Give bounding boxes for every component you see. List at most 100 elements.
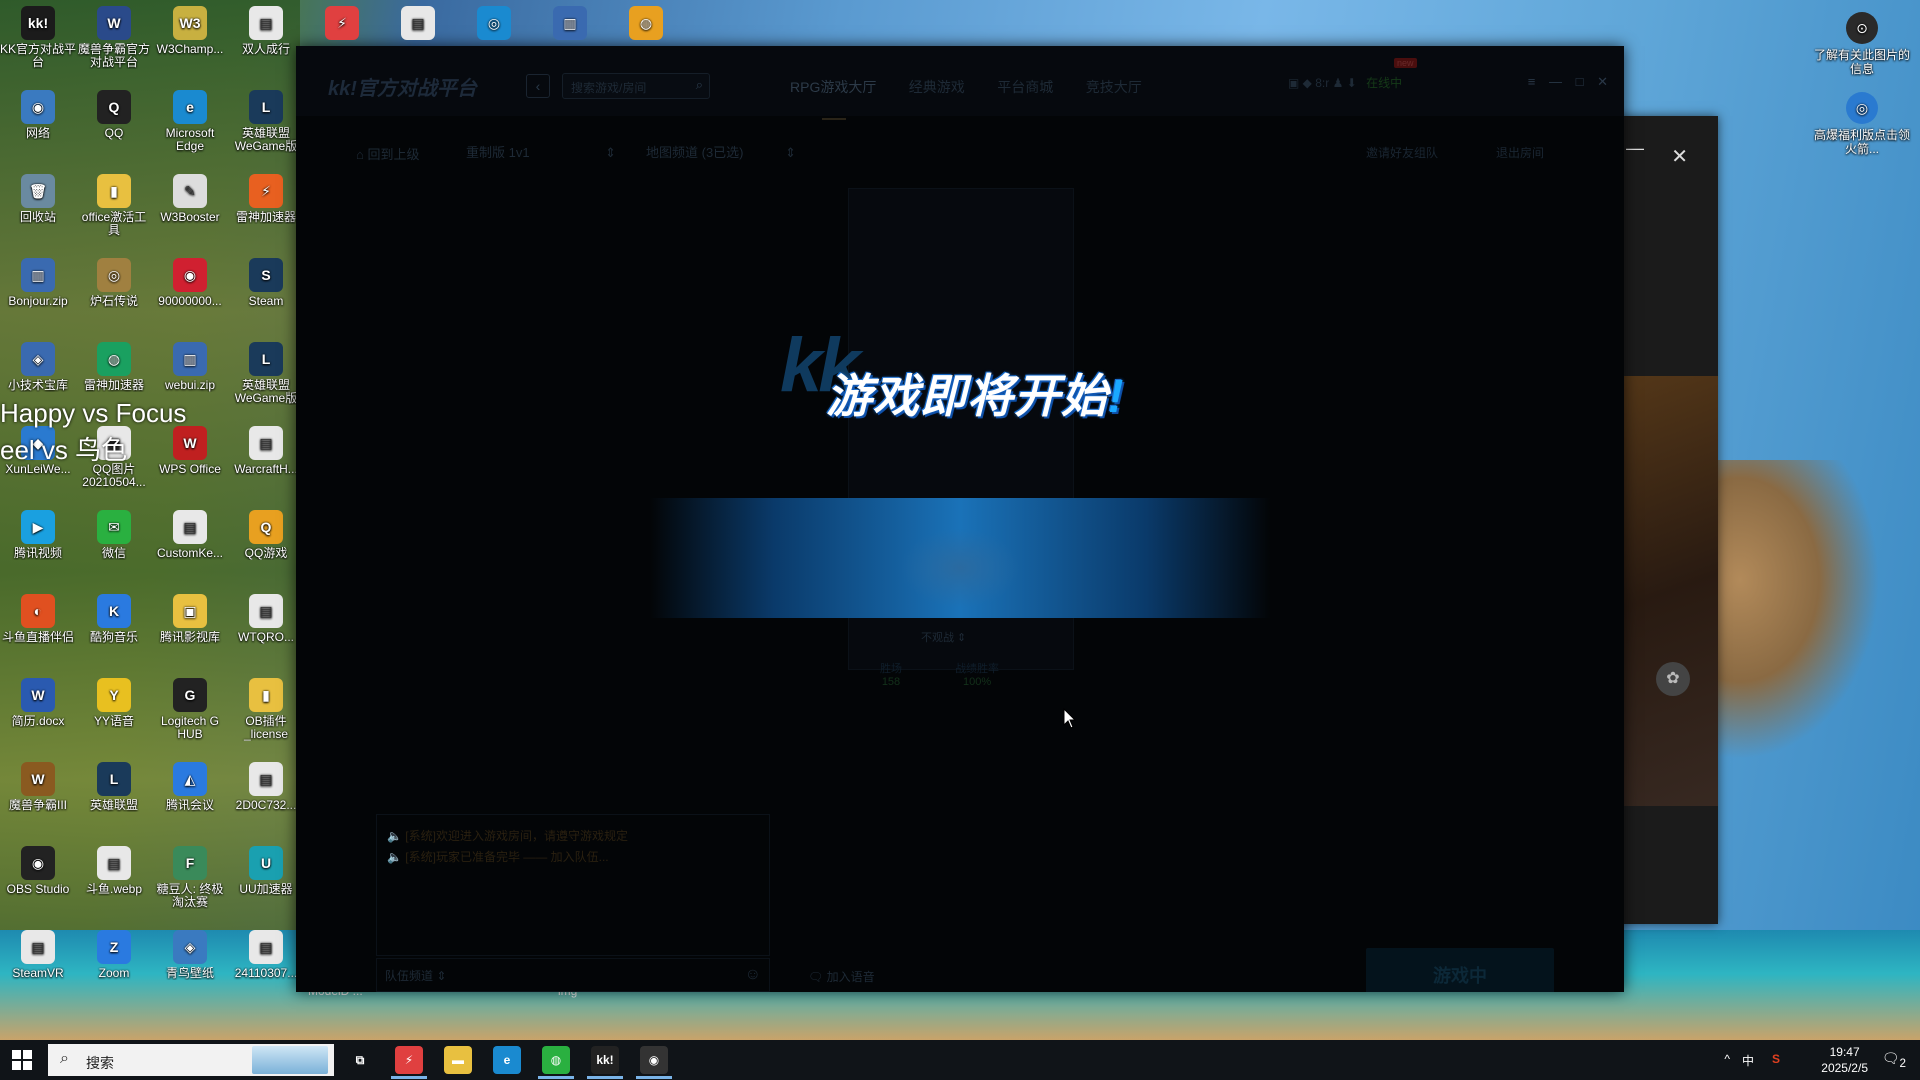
desktop-shortcut[interactable]: ▤ WTQRO... (228, 588, 304, 668)
tray-chevron-icon[interactable]: ^ (1724, 1052, 1730, 1066)
shortcut-label: W3Champ... (156, 43, 224, 56)
desktop-shortcut[interactable]: ▶ 腾讯视频 (0, 504, 76, 584)
desktop-shortcut[interactable]: Q QQ游戏 (228, 504, 304, 584)
taskbar-app-game[interactable]: ⚡ (395, 1046, 423, 1074)
emoji-icon[interactable]: ☺ (745, 966, 761, 984)
taskbar-app-kk[interactable]: kk! (591, 1046, 619, 1074)
taskbar-app-edge[interactable]: e (493, 1046, 521, 1074)
join-voice-button[interactable]: 🗨 加入语音 (808, 968, 875, 985)
user-area[interactable]: ▣ ◆ 8:r ♟ ⬇ 在线中 (1288, 74, 1402, 91)
desktop-shortcut[interactable]: W WPS Office (152, 420, 228, 500)
desktop-shortcut[interactable]: ◎ 炉石传说 (76, 252, 152, 332)
desktop-shortcut[interactable]: Y YY语音 (76, 672, 152, 752)
shortcut-label: WPS Office (159, 463, 221, 476)
notification-center-icon[interactable]: 🗨2 (1882, 1050, 1906, 1070)
top-shortcut[interactable]: ⚡ (304, 0, 380, 44)
shortcut-label: 回收站 (19, 211, 56, 224)
menu-icon[interactable]: ≡ (1528, 74, 1536, 89)
taskbar-search-placeholder: 搜索 (86, 1055, 114, 1071)
spectate-dropdown[interactable]: 不观战 ⇕ (921, 629, 966, 645)
minimize-icon[interactable]: — (1626, 138, 1644, 159)
back-button[interactable]: ‹ (526, 74, 550, 98)
ime-indicator[interactable]: 中 (1742, 1052, 1754, 1069)
chat-channel-select[interactable]: 队伍频道 ⇕ (385, 967, 446, 984)
shortcut-label: 小技术宝库 (7, 379, 68, 392)
close-icon[interactable]: ✕ (1671, 144, 1688, 169)
search-icon[interactable]: ⌕ (696, 77, 703, 93)
desktop-shortcut[interactable]: ▤ SteamVR (0, 924, 76, 1004)
desktop-shortcut[interactable]: G Logitech G HUB (152, 672, 228, 752)
desktop-shortcut[interactable]: ▤ WarcraftH... (228, 420, 304, 500)
nav-platform-store[interactable]: 平台商城 (997, 79, 1053, 95)
kk-topbar: kk!官方对战平台 ‹ 搜索游戏/房间 ⌕ RPG游戏大厅 经典游戏 平台商城 … (296, 46, 1624, 120)
desktop-shortcut[interactable]: U UU加速器 (228, 840, 304, 920)
top-shortcut[interactable]: ▤ (380, 0, 456, 44)
desktop-shortcut[interactable]: e Microsoft Edge (152, 84, 228, 164)
desktop-shortcut[interactable]: ▮ office激活工具 (76, 168, 152, 248)
leave-room-button[interactable]: 退出房间 (1496, 144, 1544, 161)
shortcut-icon: ▤ (173, 510, 207, 544)
wallpaper-info-icon[interactable]: ⊙ 了解有关此图片的信息 (1812, 12, 1912, 76)
nav-competitive-lobby[interactable]: 竞技大厅 (1086, 79, 1142, 95)
invite-friends-button[interactable]: 邀请好友组队 (1366, 144, 1438, 161)
settings-gear-icon[interactable]: ✿ (1656, 662, 1690, 696)
taskbar-app-xbox[interactable]: ◍ (542, 1046, 570, 1074)
desktop-shortcut[interactable]: S Steam (228, 252, 304, 332)
minimize-icon[interactable]: — (1549, 74, 1562, 89)
chat-input[interactable]: 队伍频道 ⇕ ☺ (376, 958, 770, 992)
desktop-shortcut[interactable]: ▮ OB插件_license (228, 672, 304, 752)
desktop-shortcut[interactable]: ⚡ 雷神加速器 (228, 168, 304, 248)
windows-start-icon[interactable] (12, 1050, 32, 1070)
desktop-shortcut[interactable]: ▤ 斗鱼.webp (76, 840, 152, 920)
top-shortcut[interactable]: ▥ (532, 0, 608, 44)
desktop-shortcut[interactable]: ◭ 腾讯会议 (152, 756, 228, 836)
desktop-shortcut[interactable]: K 酷狗音乐 (76, 588, 152, 668)
taskbar-search-input[interactable]: ⌕ 搜索 (48, 1044, 334, 1076)
desktop-shortcut[interactable]: W 魔兽争霸III (0, 756, 76, 836)
desktop-shortcut[interactable]: L 英雄联盟WeGame版 (228, 336, 304, 416)
taskbar-app-file-explorer[interactable]: ▬ (444, 1046, 472, 1074)
chat-message: 🔈 [系统]欢迎进入游戏房间，请遵守游戏规定 (387, 829, 628, 843)
taskbar-clock[interactable]: 19:47 2025/2/5 (1821, 1044, 1868, 1076)
desktop-shortcut[interactable]: Q QQ (76, 84, 152, 164)
top-shortcut[interactable]: ◍ (608, 0, 684, 44)
desktop-shortcut[interactable]: ✎ W3Booster (152, 168, 228, 248)
desktop-shortcut[interactable]: ◐ 斗鱼直播伴侣 (0, 588, 76, 668)
desktop-shortcut[interactable]: ✉ 微信 (76, 504, 152, 584)
tray-app-icon[interactable]: S (1772, 1052, 1780, 1066)
in-game-button[interactable]: 游戏中 (1366, 948, 1554, 992)
desktop-shortcut[interactable]: W3 W3Champ... (152, 0, 228, 80)
desktop-shortcut[interactable]: ▤ CustomKe... (152, 504, 228, 584)
desktop-shortcut[interactable]: L 英雄联盟WeGame版 (228, 84, 304, 164)
desktop-shortcut[interactable]: ◈ 青鸟壁纸 (152, 924, 228, 1004)
desktop-shortcut[interactable]: Z Zoom (76, 924, 152, 1004)
kk-search-input[interactable]: 搜索游戏/房间 ⌕ (562, 73, 710, 99)
map-channel-select[interactable]: 地图频道 (3已选) ⇕ (646, 140, 796, 166)
taskbar-app-obs[interactable]: ◉ (640, 1046, 668, 1074)
top-shortcut[interactable]: ◎ (456, 0, 532, 44)
taskbar-app-task-view[interactable]: ⧉ (346, 1046, 374, 1074)
breadcrumb[interactable]: ⌂ 回到上级 (356, 144, 419, 163)
shortcut-label: OBS Studio (6, 883, 70, 896)
desktop-shortcut[interactable]: ▥ Bonjour.zip (0, 252, 76, 332)
desktop-shortcut[interactable]: ◉ OBS Studio (0, 840, 76, 920)
desktop-shortcut[interactable]: ◉ 网络 (0, 84, 76, 164)
desktop-shortcut[interactable]: kk! KK官方对战平台 (0, 0, 76, 80)
nav-rpg-lobby[interactable]: RPG游戏大厅 (790, 79, 876, 95)
promo-shortcut[interactable]: ◎ 高爆福利版点击领火箭... (1812, 92, 1912, 156)
desktop-shortcut[interactable]: ▤ 2D0C732... (228, 756, 304, 836)
mode-select[interactable]: 重制版 1v1 ⇕ (466, 140, 616, 166)
maximize-icon[interactable]: □ (1576, 74, 1584, 89)
desktop-shortcut[interactable]: W 简历.docx (0, 672, 76, 752)
desktop-shortcut[interactable]: ▤ 双人成行 (228, 0, 304, 80)
desktop-shortcut[interactable]: F 糖豆人: 终极淘汰赛 (152, 840, 228, 920)
desktop-shortcut[interactable]: 🗑 回收站 (0, 168, 76, 248)
nav-classic-games[interactable]: 经典游戏 (909, 79, 965, 95)
desktop-shortcut[interactable]: ▤ 24110307... (228, 924, 304, 1004)
desktop-shortcut[interactable]: W 魔兽争霸官方对战平台 (76, 0, 152, 80)
desktop-shortcut[interactable]: L 英雄联盟 (76, 756, 152, 836)
desktop-shortcut[interactable]: ▣ 腾讯影视库 (152, 588, 228, 668)
desktop-shortcut[interactable]: ◉ 90000000... (152, 252, 228, 332)
shortcut-icon: kk! (21, 6, 55, 40)
close-icon[interactable]: ✕ (1597, 74, 1608, 89)
